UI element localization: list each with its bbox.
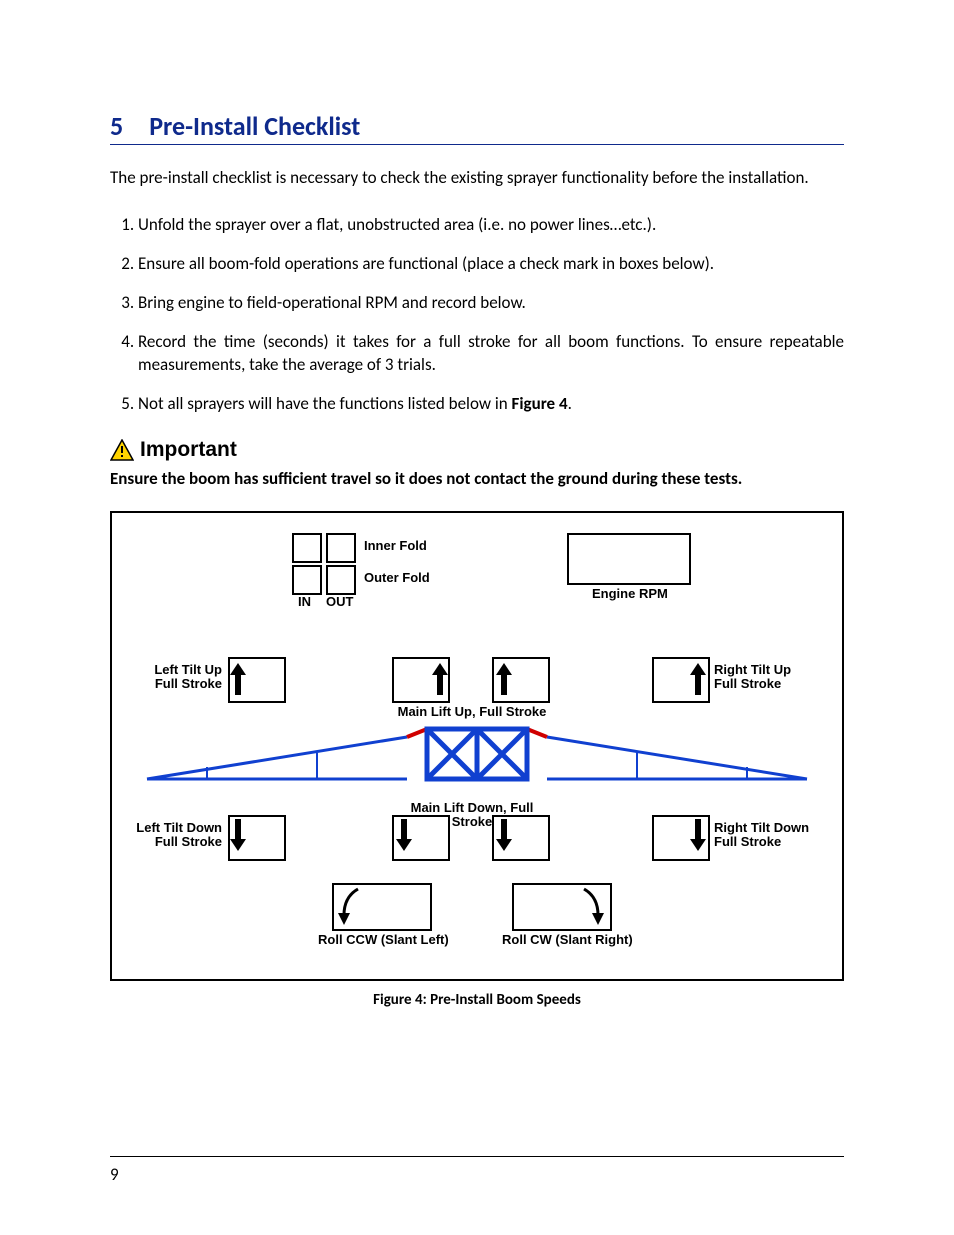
- figure-caption: Figure 4: Pre-Install Boom Speeds: [110, 991, 844, 1009]
- label-main-lift-up: Main Lift Up, Full Stroke: [392, 705, 552, 720]
- warning-icon: [110, 439, 134, 461]
- step-2: Ensure all boom-fold operations are func…: [138, 253, 844, 276]
- label-engine-rpm: Engine RPM: [592, 587, 668, 602]
- arrow-up-icon: [432, 663, 448, 695]
- step-1: Unfold the sprayer over a flat, unobstru…: [138, 214, 844, 237]
- arrow-up-icon: [690, 663, 706, 695]
- label-right-tilt-up: Right Tilt Up Full Stroke: [714, 663, 791, 693]
- important-label: Important: [140, 438, 237, 462]
- label-outer-fold: Outer Fold: [364, 571, 430, 586]
- label-right-tilt-down: Right Tilt Down Full Stroke: [714, 821, 809, 851]
- step-3: Bring engine to field-operational RPM an…: [138, 292, 844, 315]
- label-roll-ccw: Roll CCW (Slant Left): [318, 933, 449, 948]
- figure-4: Inner Fold Outer Fold IN OUT Engine RPM …: [110, 511, 844, 981]
- arrow-down-icon: [690, 819, 706, 851]
- section-number: 5: [110, 110, 123, 142]
- field-engine-rpm[interactable]: [567, 533, 691, 585]
- label-left-tilt-up: Left Tilt Up Full Stroke: [142, 663, 222, 693]
- arrow-ccw-icon: [336, 885, 366, 925]
- intro-paragraph: The pre-install checklist is necessary t…: [110, 167, 844, 190]
- steps-list: Unfold the sprayer over a flat, unobstru…: [110, 214, 844, 416]
- important-text: Ensure the boom has sufficient travel so…: [110, 468, 844, 491]
- checkbox-outer-fold-out[interactable]: [326, 565, 356, 595]
- step-4: Record the time (seconds) it takes for a…: [138, 331, 844, 377]
- step-5-text: Not all sprayers will have the functions…: [138, 393, 512, 414]
- section-title: Pre-Install Checklist: [149, 110, 360, 142]
- figure-reference: Figure 4: [512, 393, 568, 414]
- checkbox-inner-fold-in[interactable]: [292, 533, 322, 563]
- footer-rule: [110, 1156, 844, 1157]
- arrow-down-icon: [396, 819, 412, 851]
- checkbox-outer-fold-in[interactable]: [292, 565, 322, 595]
- label-inner-fold: Inner Fold: [364, 539, 427, 554]
- arrow-up-icon: [230, 663, 246, 695]
- label-roll-cw: Roll CW (Slant Right): [502, 933, 633, 948]
- label-in: IN: [298, 595, 311, 610]
- step-5: Not all sprayers will have the functions…: [138, 393, 844, 416]
- arrow-cw-icon: [576, 885, 606, 925]
- arrow-up-icon: [496, 663, 512, 695]
- label-out: OUT: [326, 595, 353, 610]
- arrow-down-icon: [496, 819, 512, 851]
- step-5-suffix: .: [568, 393, 572, 414]
- boom-truss-icon: [127, 719, 827, 799]
- important-heading: Important: [110, 438, 844, 462]
- checkbox-inner-fold-out[interactable]: [326, 533, 356, 563]
- section-heading: 5 Pre-Install Checklist: [110, 110, 844, 145]
- label-left-tilt-down: Left Tilt Down Full Stroke: [132, 821, 222, 851]
- arrow-down-icon: [230, 819, 246, 851]
- page-number: 9: [110, 1164, 119, 1185]
